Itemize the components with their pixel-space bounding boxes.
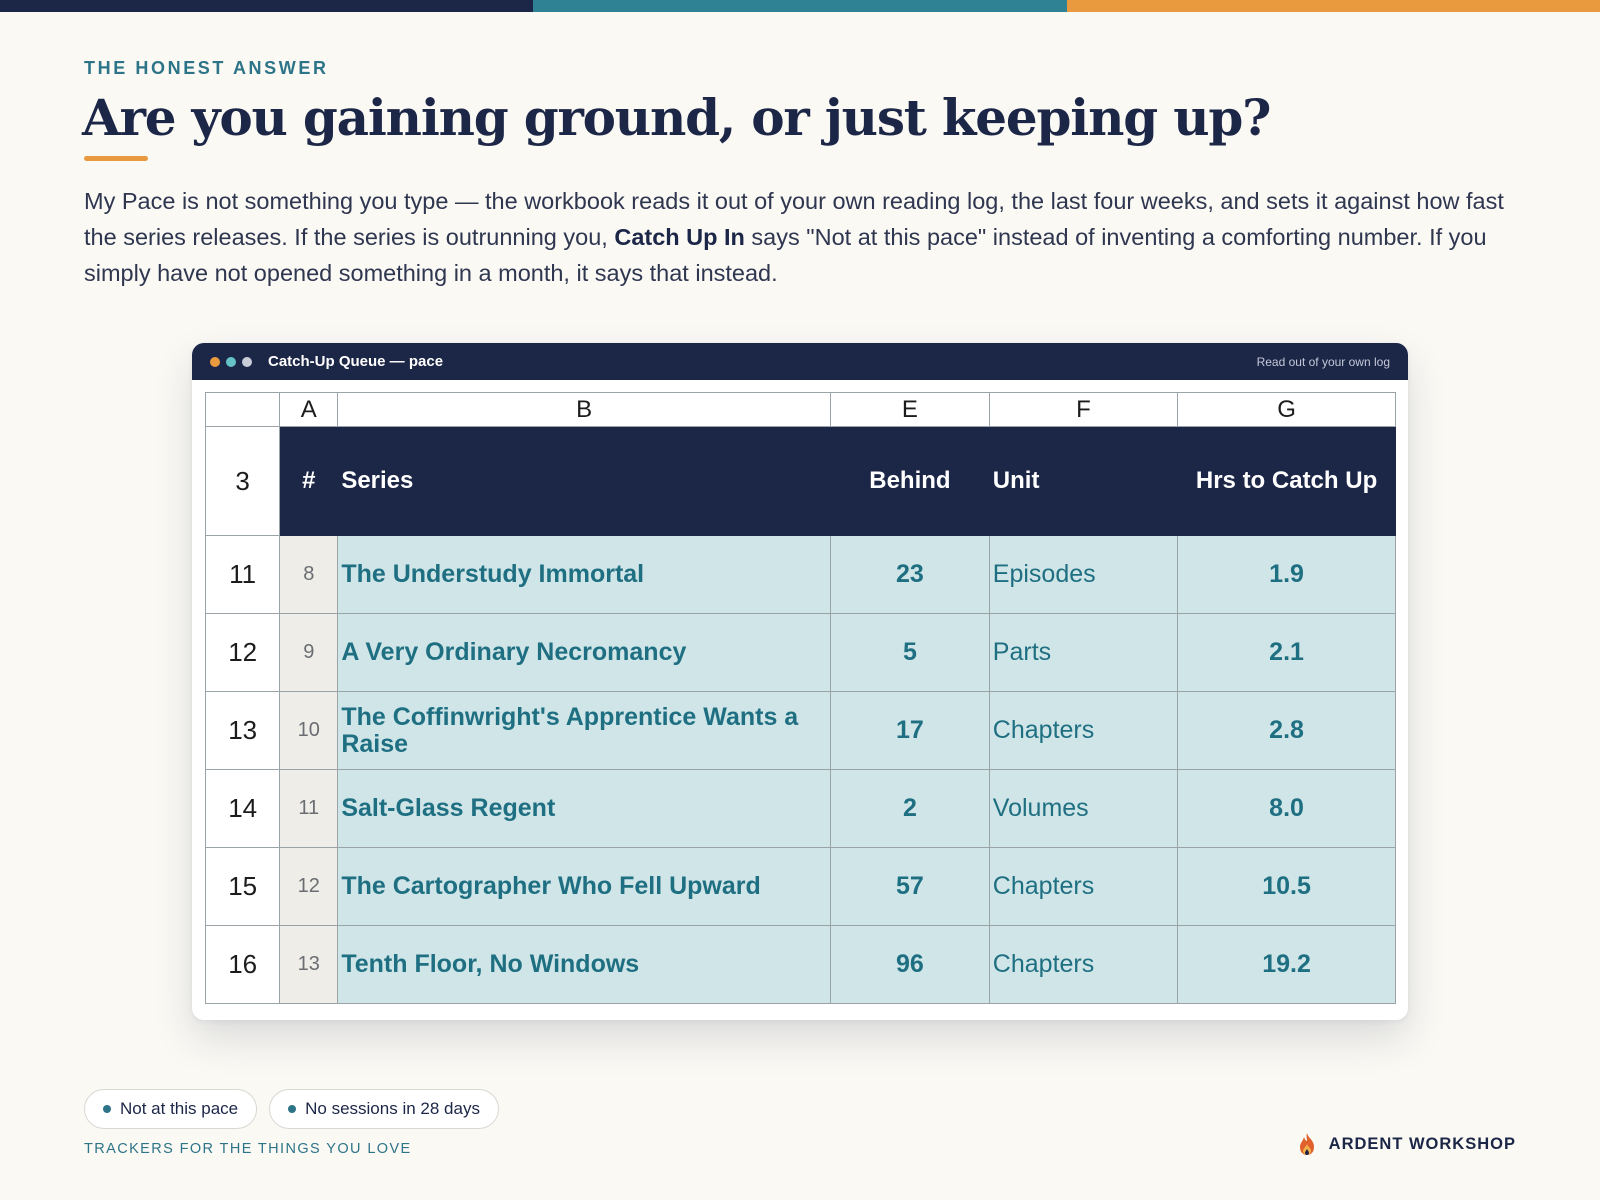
cell-num[interactable]: 13 <box>279 925 339 1004</box>
flame-icon <box>1299 1133 1314 1155</box>
header-row: 3 # Series Behind Unit Hrs to Catch Up <box>204 426 1396 536</box>
status-pills: Not at this pace No sessions in 28 days <box>84 1089 499 1129</box>
row-number[interactable]: 3 <box>204 426 281 536</box>
cell-hours[interactable]: 19.2 <box>1177 925 1396 1004</box>
column-letter-a[interactable]: A <box>279 392 339 427</box>
brand-name: ARDENT WORKSHOP <box>1328 1134 1516 1153</box>
catch-up-table: A B E F G 3 # Series Behind Unit Hrs to … <box>204 392 1396 1004</box>
pill-no-sessions: No sessions in 28 days <box>269 1089 499 1129</box>
cell-unit[interactable]: Chapters <box>988 691 1179 770</box>
cell-num[interactable]: 9 <box>279 613 339 692</box>
cell-unit[interactable]: Chapters <box>988 925 1179 1004</box>
column-letter-e[interactable]: E <box>830 392 990 427</box>
window-dot-grey[interactable] <box>242 356 252 367</box>
row-number[interactable]: 16 <box>204 925 281 1004</box>
cell-behind[interactable]: 2 <box>830 769 990 848</box>
pill-dot-icon <box>288 1105 297 1113</box>
row-number[interactable]: 13 <box>204 691 281 770</box>
pill-label: Not at this pace <box>120 1099 239 1118</box>
accent-segment-teal <box>533 0 1067 12</box>
window-title: Catch-Up Queue — pace <box>268 353 444 370</box>
spreadsheet-window: Catch-Up Queue — pace Read out of your o… <box>192 343 1408 1020</box>
cell-unit[interactable]: Episodes <box>988 535 1179 614</box>
header-hours[interactable]: Hrs to Catch Up <box>1177 426 1396 536</box>
header-unit[interactable]: Unit <box>988 426 1179 536</box>
cell-series[interactable]: Salt-Glass Regent <box>337 769 831 848</box>
cell-hours[interactable]: 8.0 <box>1177 769 1396 848</box>
top-accent-bar <box>0 0 1600 12</box>
row-number[interactable]: 11 <box>204 535 281 614</box>
cell-behind[interactable]: 96 <box>830 925 990 1004</box>
cell-num[interactable]: 11 <box>279 769 339 848</box>
cell-num[interactable]: 8 <box>279 535 339 614</box>
cell-num[interactable]: 10 <box>279 691 339 770</box>
cell-series[interactable]: A Very Ordinary Necromancy <box>337 613 831 692</box>
footer-tagline: TRACKERS FOR THE THINGS YOU LOVE <box>84 1141 412 1157</box>
eyebrow-label: THE HONEST ANSWER <box>84 58 329 78</box>
intro-text-bold: Catch Up In <box>614 224 745 250</box>
row-number[interactable]: 14 <box>204 769 281 848</box>
header-series[interactable]: Series <box>337 426 831 536</box>
window-dot-teal[interactable] <box>226 356 236 367</box>
header-behind[interactable]: Behind <box>830 426 990 536</box>
cell-behind[interactable]: 23 <box>830 535 990 614</box>
cell-series[interactable]: The Cartographer Who Fell Upward <box>337 847 831 926</box>
table-row: 15 12 The Cartographer Who Fell Upward 5… <box>204 847 1396 926</box>
cell-behind[interactable]: 17 <box>830 691 990 770</box>
accent-segment-navy <box>0 0 534 12</box>
cell-unit[interactable]: Chapters <box>988 847 1179 926</box>
column-letter-row: A B E F G <box>204 392 1396 427</box>
cell-behind[interactable]: 57 <box>830 847 990 926</box>
cell-behind[interactable]: 5 <box>830 613 990 692</box>
cell-series[interactable]: Tenth Floor, No Windows <box>337 925 831 1004</box>
window-dot-orange[interactable] <box>210 356 220 367</box>
cell-num[interactable]: 12 <box>279 847 339 926</box>
table-row: 12 9 A Very Ordinary Necromancy 5 Parts … <box>204 613 1396 692</box>
cell-hours[interactable]: 2.1 <box>1177 613 1396 692</box>
title-underline <box>84 156 148 161</box>
column-letter-f[interactable]: F <box>988 392 1179 427</box>
table-row: 14 11 Salt-Glass Regent 2 Volumes 8.0 <box>204 769 1396 848</box>
cell-hours[interactable]: 10.5 <box>1177 847 1396 926</box>
row-number[interactable]: 12 <box>204 613 281 692</box>
cell-series[interactable]: The Coffinwright's Apprentice Wants a Ra… <box>337 691 831 770</box>
window-note: Read out of your own log <box>1256 354 1390 369</box>
cell-series[interactable]: The Understudy Immortal <box>337 535 831 614</box>
header-num[interactable]: # <box>279 426 339 536</box>
accent-segment-orange <box>1066 0 1600 12</box>
footer-brand: ARDENT WORKSHOP <box>1297 1132 1516 1156</box>
cell-hours[interactable]: 2.8 <box>1177 691 1396 770</box>
window-titlebar: Catch-Up Queue — pace Read out of your o… <box>192 343 1408 380</box>
table-row: 11 8 The Understudy Immortal 23 Episodes… <box>204 535 1396 614</box>
page-title: Are you gaining ground, or just keeping … <box>82 88 1271 147</box>
cell-unit[interactable]: Volumes <box>988 769 1179 848</box>
intro-paragraph: My Pace is not something you type — the … <box>84 183 1524 291</box>
pill-not-at-this-pace: Not at this pace <box>84 1089 258 1129</box>
table-row: 13 10 The Coffinwright's Apprentice Want… <box>204 691 1396 770</box>
row-number[interactable]: 15 <box>204 847 281 926</box>
column-letter-b[interactable]: B <box>337 392 831 427</box>
corner-cell[interactable] <box>204 392 281 427</box>
column-letter-g[interactable]: G <box>1177 392 1396 427</box>
cell-hours[interactable]: 1.9 <box>1177 535 1396 614</box>
table-row: 16 13 Tenth Floor, No Windows 96 Chapter… <box>204 925 1396 1004</box>
pill-label: No sessions in 28 days <box>305 1099 480 1118</box>
cell-unit[interactable]: Parts <box>988 613 1179 692</box>
pill-dot-icon <box>103 1105 111 1113</box>
